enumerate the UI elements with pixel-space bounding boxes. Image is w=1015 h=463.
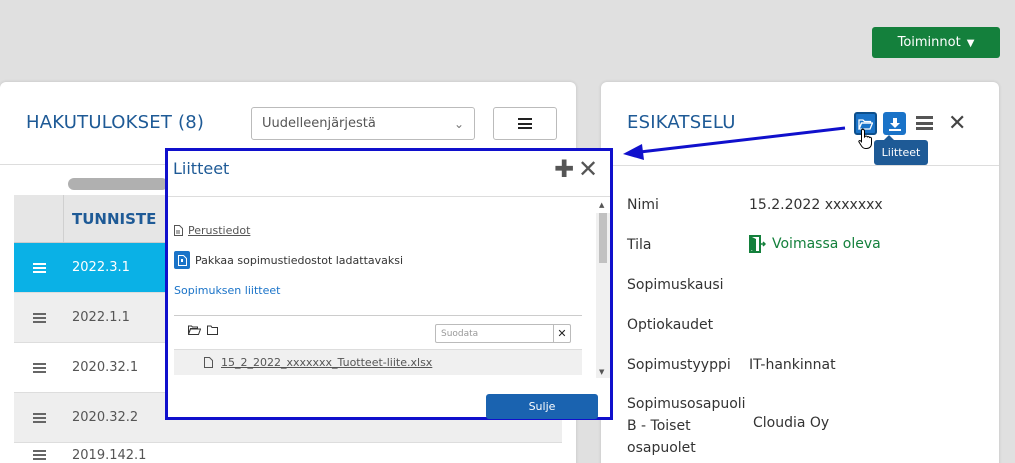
row-menu-icon[interactable]	[32, 362, 46, 373]
horizontal-scrollbar[interactable]	[68, 178, 168, 190]
scroll-down-icon[interactable]: ▼	[599, 368, 604, 376]
status-text: Voimassa oleva	[772, 236, 881, 252]
file-list: Suodata ✕ 15_2_2022_xxxxxxx_Tuotteet-lii…	[174, 315, 582, 379]
attachments-dialog: Liitteet ✚ ✕ Perustiedot Pakkaa sopimust…	[165, 148, 613, 420]
row-id: 2019.142.1	[72, 447, 147, 463]
field-value-type: IT-hankinnat	[749, 357, 836, 373]
filter-placeholder: Suodata	[441, 328, 479, 339]
divider	[601, 165, 999, 166]
field-value-party: Cloudia Oy	[753, 415, 830, 431]
actions-dropdown-button[interactable]: Toiminnot ▼	[872, 27, 1000, 58]
close-icon[interactable]: ✕	[948, 112, 966, 135]
basic-info-text: Perustiedot	[188, 224, 251, 237]
close-dialog-button[interactable]: Sulje	[486, 394, 598, 419]
field-label-party-3: osapuolet	[627, 440, 696, 456]
contract-attachments-link[interactable]: Sopimuksen liitteet	[174, 284, 280, 297]
file-icon	[204, 357, 213, 368]
sort-select[interactable]: Uudelleenjärjestä ⌄	[251, 107, 475, 140]
field-label-type: Sopimustyyppi	[627, 357, 731, 373]
chevron-down-icon: ▼	[966, 38, 975, 49]
menu-icon	[518, 118, 532, 129]
field-label-party-2: B - Toiset	[627, 418, 691, 434]
filter-input[interactable]: Suodata ✕	[435, 324, 571, 343]
menu-icon	[916, 116, 933, 130]
download-icon	[888, 117, 901, 131]
field-label-name: Nimi	[627, 197, 659, 213]
column-header-tunniste[interactable]: TUNNISTE	[64, 195, 156, 242]
table-row[interactable]: 2019.142.1	[14, 445, 562, 463]
dialog-title: Liitteet	[173, 159, 230, 178]
row-id: 2020.32.1	[72, 360, 139, 375]
download-button[interactable]	[883, 112, 906, 135]
row-id: 2022.3.1	[72, 260, 130, 275]
divider	[168, 196, 610, 197]
row-id: 2022.1.1	[72, 310, 130, 325]
basic-info-link[interactable]: Perustiedot	[174, 224, 250, 237]
field-label-party-1: Sopimusosapuoli	[627, 396, 746, 412]
field-label-status: Tila	[627, 237, 652, 253]
row-menu-icon[interactable]	[32, 262, 46, 273]
hand-cursor-icon	[858, 128, 872, 149]
grid-header-spacer	[14, 195, 64, 242]
folder-open-icon[interactable]	[188, 325, 201, 335]
door-icon	[749, 235, 766, 253]
row-menu-icon[interactable]	[32, 412, 46, 423]
field-value-name: 15.2.2022 xxxxxxx	[749, 197, 883, 213]
clear-filter-icon[interactable]: ✕	[553, 325, 570, 342]
file-tools	[188, 325, 218, 335]
file-name: 15_2_2022_xxxxxxx_Tuotteet-liite.xlsx	[221, 356, 433, 369]
field-value-status: Voimassa oleva	[749, 235, 881, 253]
file-icon	[174, 225, 183, 236]
field-label-options: Optiokaudet	[627, 317, 714, 333]
file-list-item[interactable]: 15_2_2022_xxxxxxx_Tuotteet-liite.xlsx	[174, 349, 582, 375]
sort-select-value: Uudelleenjärjestä	[262, 116, 376, 131]
folder-icon[interactable]	[207, 325, 218, 335]
close-icon[interactable]: ✕	[578, 155, 598, 183]
add-icon[interactable]: ✚	[554, 155, 574, 183]
list-menu-button[interactable]	[493, 107, 557, 140]
scrollbar-thumb[interactable]	[599, 213, 607, 263]
search-results-title: HAKUTULOKSET (8)	[26, 112, 205, 133]
package-files-link[interactable]: Pakkaa sopimustiedostot ladattavaksi	[174, 251, 403, 269]
preview-title: ESIKATSELU	[627, 112, 736, 133]
package-files-text: Pakkaa sopimustiedostot ladattavaksi	[195, 253, 404, 267]
row-menu-icon[interactable]	[32, 312, 46, 323]
dialog-scrollbar[interactable]: ▲ ▼	[596, 201, 610, 378]
row-id: 2020.32.2	[72, 410, 139, 425]
actions-label: Toiminnot	[897, 35, 961, 50]
row-menu-icon[interactable]	[32, 450, 46, 460]
archive-icon	[174, 251, 190, 269]
field-label-period: Sopimuskausi	[627, 277, 724, 293]
chevron-down-icon: ⌄	[453, 116, 464, 131]
attachments-tooltip: Liitteet	[874, 135, 928, 165]
scroll-up-icon[interactable]: ▲	[599, 201, 604, 209]
preview-menu-button[interactable]	[916, 116, 933, 130]
